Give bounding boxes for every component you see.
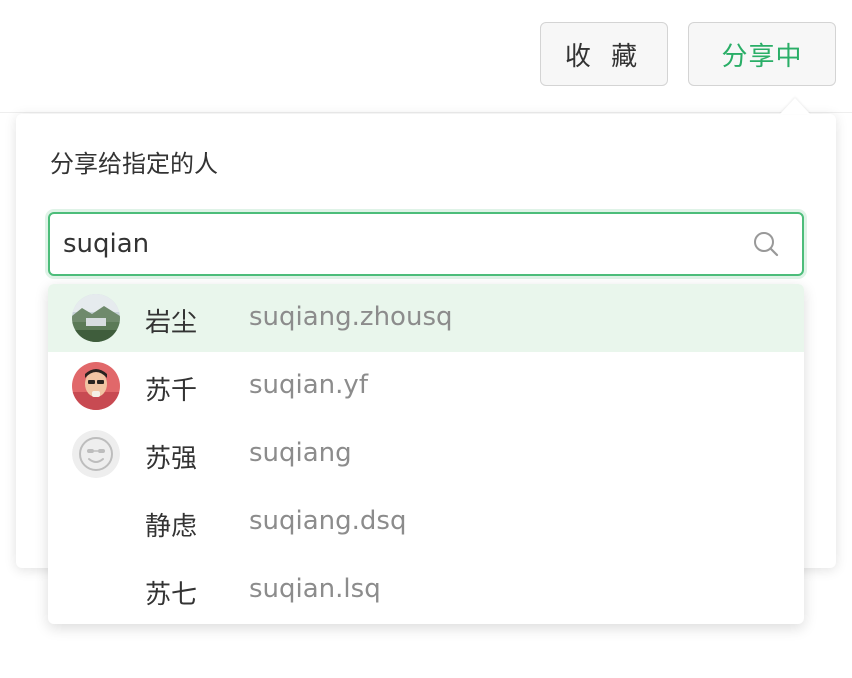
- favorite-button[interactable]: 收 藏: [540, 22, 668, 86]
- suggestion-name: 苏强: [145, 444, 198, 474]
- suggestion-item[interactable]: 苏七 suqian.lsq: [48, 556, 804, 624]
- suggestion-name: 静虑: [145, 512, 198, 542]
- search-box[interactable]: [48, 212, 804, 276]
- search-input[interactable]: [63, 226, 723, 262]
- landscape-avatar: [72, 294, 120, 342]
- suggestion-account: suqiang.dsq: [249, 506, 407, 536]
- suggestion-account: suqian.yf: [249, 370, 368, 400]
- top-toolbar: 收 藏 分享中: [0, 0, 852, 113]
- suggestion-account: suqian.lsq: [249, 574, 381, 604]
- suggestion-item[interactable]: 苏千 suqian.yf: [48, 352, 804, 420]
- smiley-avatar: [72, 430, 120, 478]
- panel-title: 分享给指定的人: [50, 150, 218, 178]
- person-avatar: [72, 362, 120, 410]
- suggestion-item[interactable]: 苏强 suqiang: [48, 420, 804, 488]
- suggestion-name: 苏千: [145, 376, 198, 406]
- suggestion-account: suqiang: [249, 438, 352, 468]
- suggestion-name: 苏七: [145, 580, 198, 610]
- suggestion-dropdown: 岩尘 suqiang.zhousq 苏千 suqian.yf 苏强 suqian…: [48, 284, 804, 624]
- suggestion-account: suqiang.zhousq: [249, 302, 453, 332]
- popover-caret: [780, 98, 810, 114]
- suggestion-item[interactable]: 岩尘 suqiang.zhousq: [48, 284, 804, 352]
- suggestion-name: 岩尘: [145, 308, 198, 338]
- share-button[interactable]: 分享中: [688, 22, 836, 86]
- suggestion-item[interactable]: 静虑 suqiang.dsq: [48, 488, 804, 556]
- search-icon[interactable]: [752, 230, 780, 258]
